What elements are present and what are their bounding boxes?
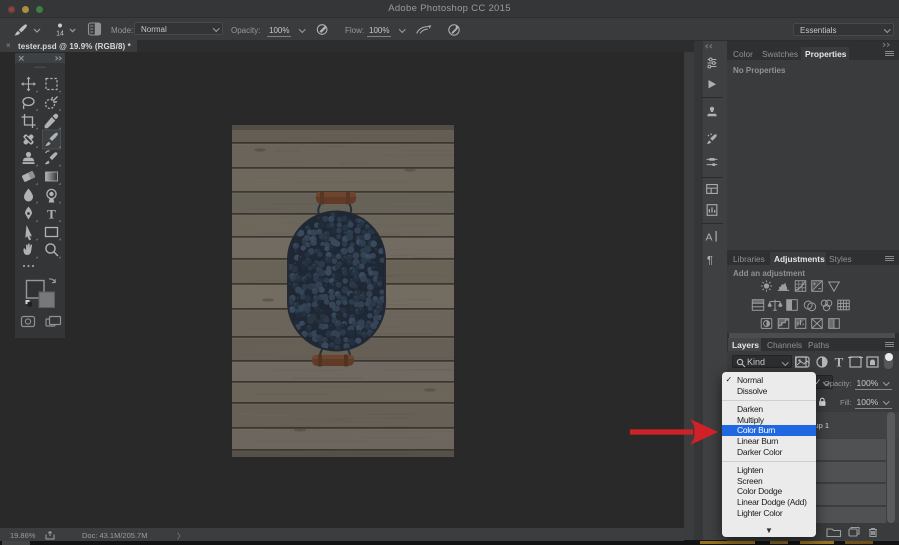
svg-text:14: 14 bbox=[56, 31, 64, 38]
svg-text:A: A bbox=[706, 232, 713, 244]
svg-text:¶: ¶ bbox=[707, 255, 713, 267]
svg-text:T: T bbox=[835, 355, 844, 370]
svg-text:T: T bbox=[47, 207, 56, 222]
